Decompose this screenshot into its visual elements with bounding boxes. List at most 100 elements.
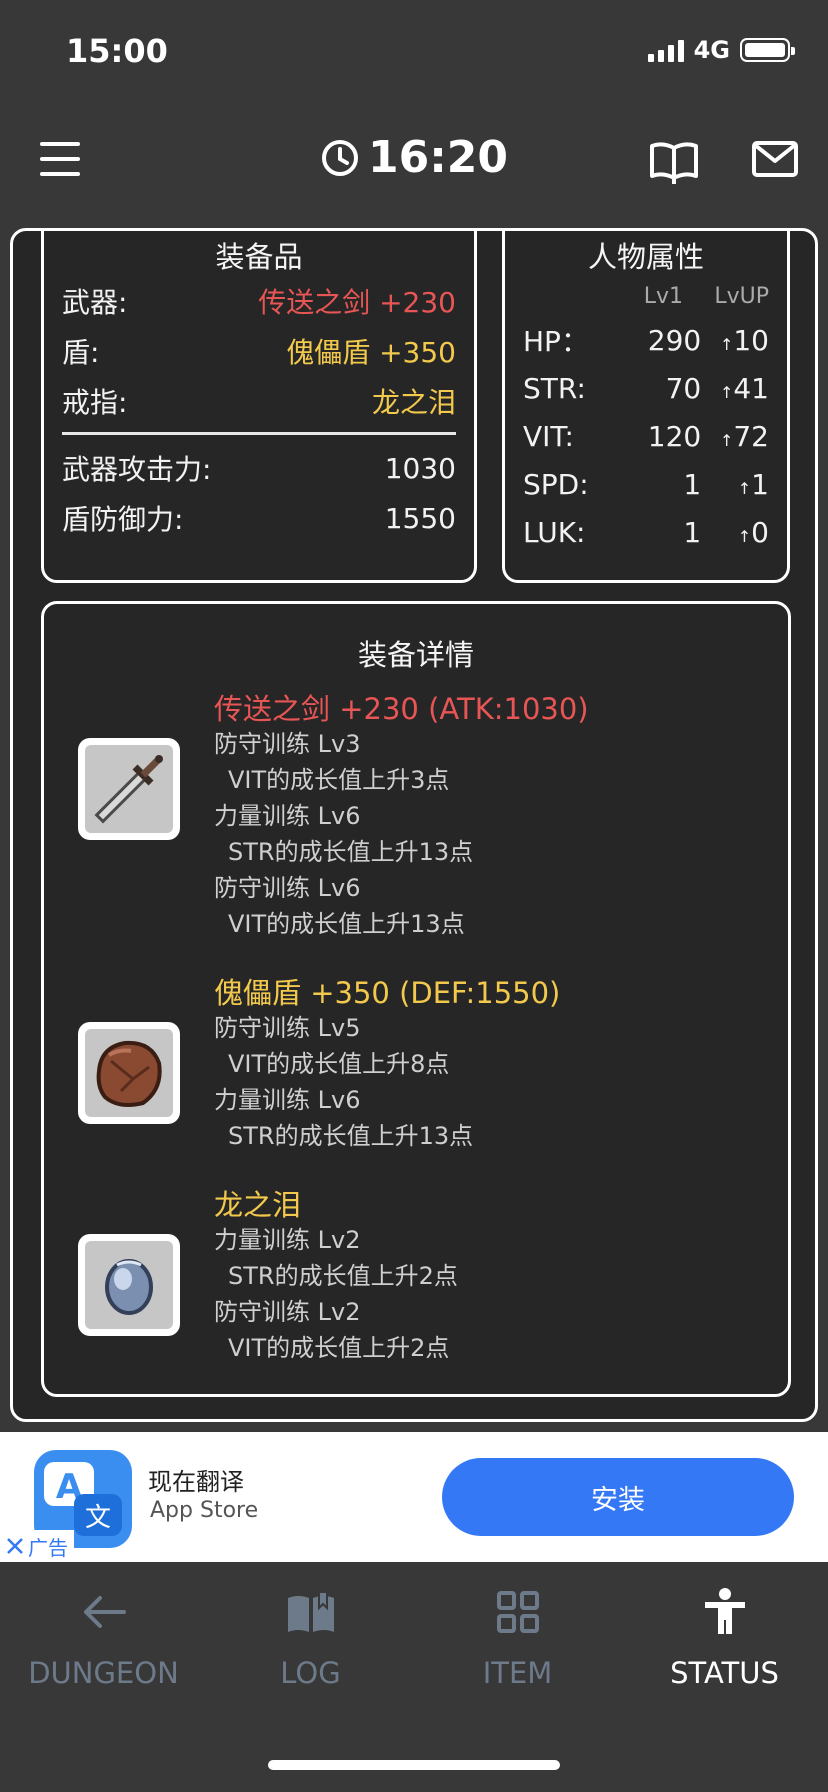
attr-up: ↑1 <box>737 467 769 501</box>
item-line: 力量训练 Lv2 <box>214 1226 361 1254</box>
defense-row: 盾防御力: 1550 <box>44 493 474 543</box>
arrow-up-icon: ↑ <box>719 334 734 354</box>
ad-banner[interactable]: A 文 现在翻译 App Store 安装 广告 <box>0 1432 828 1562</box>
grid-icon <box>496 1591 539 1633</box>
attack-label: 武器攻击力: <box>62 453 212 486</box>
ad-subtitle: App Store <box>150 1498 259 1523</box>
shield-value: 傀儡盾 +350 <box>286 336 456 369</box>
attr-up: ↑41 <box>719 371 769 405</box>
ring-row: 戒指: 龙之泪 <box>44 376 474 426</box>
attr-key: STR: <box>523 371 586 405</box>
item-name: 傀儡盾 +350 (DEF:1550) <box>214 976 561 1010</box>
attr-row-spd: SPD: 1 ↑1 <box>505 460 787 508</box>
col-lvup: LvUP <box>714 283 769 309</box>
attack-row: 武器攻击力: 1030 <box>44 443 474 493</box>
arrow-up-icon: ↑ <box>737 478 752 498</box>
item-line: STR的成长值上升13点 <box>228 1122 474 1150</box>
shield-row: 盾: 傀儡盾 +350 <box>44 326 474 376</box>
game-time: 16:20 <box>367 132 509 183</box>
ad-label: 广告 <box>28 1535 68 1560</box>
gem-icon[interactable] <box>78 1234 180 1336</box>
details-title: 装备详情 <box>357 638 474 672</box>
arrow-up-icon: ↑ <box>737 526 752 546</box>
sword-text: 传送之剑 +230 (ATK:1030) 防守训练 Lv3 VIT的成长值上升3… <box>214 686 589 942</box>
attr-key: SPD: <box>523 467 589 501</box>
tab-label: ITEM <box>482 1656 553 1690</box>
item-line: STR的成长值上升2点 <box>228 1262 458 1290</box>
gem-text: 龙之泪 力量训练 Lv2 STR的成长值上升2点 防守训练 Lv2 VIT的成长… <box>214 1182 458 1366</box>
book-button[interactable] <box>648 140 700 188</box>
item-line: 防守训练 Lv5 <box>214 1014 361 1042</box>
tab-status[interactable]: STATUS <box>621 1582 828 1690</box>
equipment-details-box: 装备详情 传送之剑 +230 (ATK:1030) 防守训练 Lv3 VIT的成… <box>41 601 791 1397</box>
item-line: VIT的成长值上升3点 <box>228 766 450 794</box>
item-line: VIT的成长值上升13点 <box>228 910 465 938</box>
signal-icon <box>647 38 684 62</box>
attr-row-str: STR: 70 ↑41 <box>505 364 787 412</box>
attr-base: 290 <box>647 323 702 357</box>
weapon-row: 武器: 传送之剑 +230 <box>44 276 474 326</box>
item-line: 防守训练 Lv2 <box>214 1298 361 1326</box>
ring-label: 戒指: <box>62 386 128 419</box>
mail-icon <box>752 141 798 177</box>
attr-key: LUK: <box>523 515 586 549</box>
arrow-left-icon <box>83 1596 126 1628</box>
book-icon <box>287 1591 334 1632</box>
item-name: 龙之泪 <box>214 1188 302 1222</box>
attributes-title: 人物属性 <box>587 240 704 274</box>
tab-label: STATUS <box>670 1656 779 1690</box>
install-button[interactable]: 安装 <box>442 1458 794 1536</box>
attack-value: 1030 <box>384 451 456 485</box>
ad-title: 现在翻译 <box>148 1468 244 1496</box>
close-icon[interactable] <box>6 1537 24 1555</box>
attr-base: 1 <box>683 467 702 501</box>
tab-item[interactable]: ITEM <box>414 1582 621 1690</box>
attr-row-luk: LUK: 1 ↑0 <box>505 508 787 556</box>
weapon-value: 传送之剑 +230 <box>258 286 456 319</box>
attributes-box: 人物属性 Lv1 LvUP HP： 290 ↑10 STR: 70 ↑41 VI… <box>502 231 790 583</box>
shield-label: 盾: <box>62 336 100 369</box>
item-line: STR的成长值上升13点 <box>228 838 474 866</box>
status-time: 15:00 <box>66 32 168 70</box>
attr-row-hp: HP： 290 ↑10 <box>505 316 787 364</box>
status-indicators: 4G <box>647 36 795 64</box>
tab-label: DUNGEON <box>28 1656 179 1690</box>
attr-up: ↑72 <box>719 419 769 453</box>
game-clock: 16:20 <box>0 132 828 183</box>
attr-row-vit: VIT: 120 ↑72 <box>505 412 787 460</box>
attr-key: VIT: <box>523 419 574 453</box>
attr-base: 70 <box>665 371 702 405</box>
svg-text:文: 文 <box>85 1503 111 1533</box>
item-line: 力量训练 Lv6 <box>214 802 361 830</box>
bottom-tab-bar: DUNGEON LOG ITEM STATUS <box>0 1562 828 1792</box>
battery-icon <box>740 38 795 62</box>
ad-tag[interactable]: 广告 <box>0 1530 74 1562</box>
home-indicator[interactable] <box>268 1760 560 1770</box>
person-icon <box>704 1588 745 1634</box>
ring-value: 龙之泪 <box>371 386 456 419</box>
attr-key: HP： <box>523 325 589 358</box>
tab-log[interactable]: LOG <box>207 1582 414 1690</box>
sword-icon[interactable] <box>78 738 180 840</box>
item-line: VIT的成长值上升2点 <box>228 1334 450 1362</box>
status-panel: 装备品 武器: 传送之剑 +230 盾: 傀儡盾 +350 戒指: 龙之泪 武器… <box>10 228 818 1422</box>
clock-icon <box>321 139 358 176</box>
item-line: VIT的成长值上升8点 <box>228 1050 450 1078</box>
arrow-up-icon: ↑ <box>719 430 734 450</box>
weapon-label: 武器: <box>62 286 128 319</box>
open-book-icon <box>650 142 698 184</box>
equipment-title: 装备品 <box>215 240 303 274</box>
tab-label: LOG <box>280 1656 341 1690</box>
mail-button[interactable] <box>752 140 798 182</box>
attr-base: 120 <box>647 419 702 453</box>
attr-up: ↑10 <box>719 323 769 357</box>
defense-label: 盾防御力: <box>62 503 184 536</box>
shield-icon[interactable] <box>78 1022 180 1124</box>
item-line: 防守训练 Lv3 <box>214 730 361 758</box>
tab-dungeon[interactable]: DUNGEON <box>0 1582 207 1690</box>
item-line: 力量训练 Lv6 <box>214 1086 361 1114</box>
arrow-up-icon: ↑ <box>719 382 734 402</box>
equipment-box: 装备品 武器: 传送之剑 +230 盾: 傀儡盾 +350 戒指: 龙之泪 武器… <box>41 231 477 583</box>
top-header: 16:20 <box>0 110 828 218</box>
attr-up: ↑0 <box>737 515 769 549</box>
